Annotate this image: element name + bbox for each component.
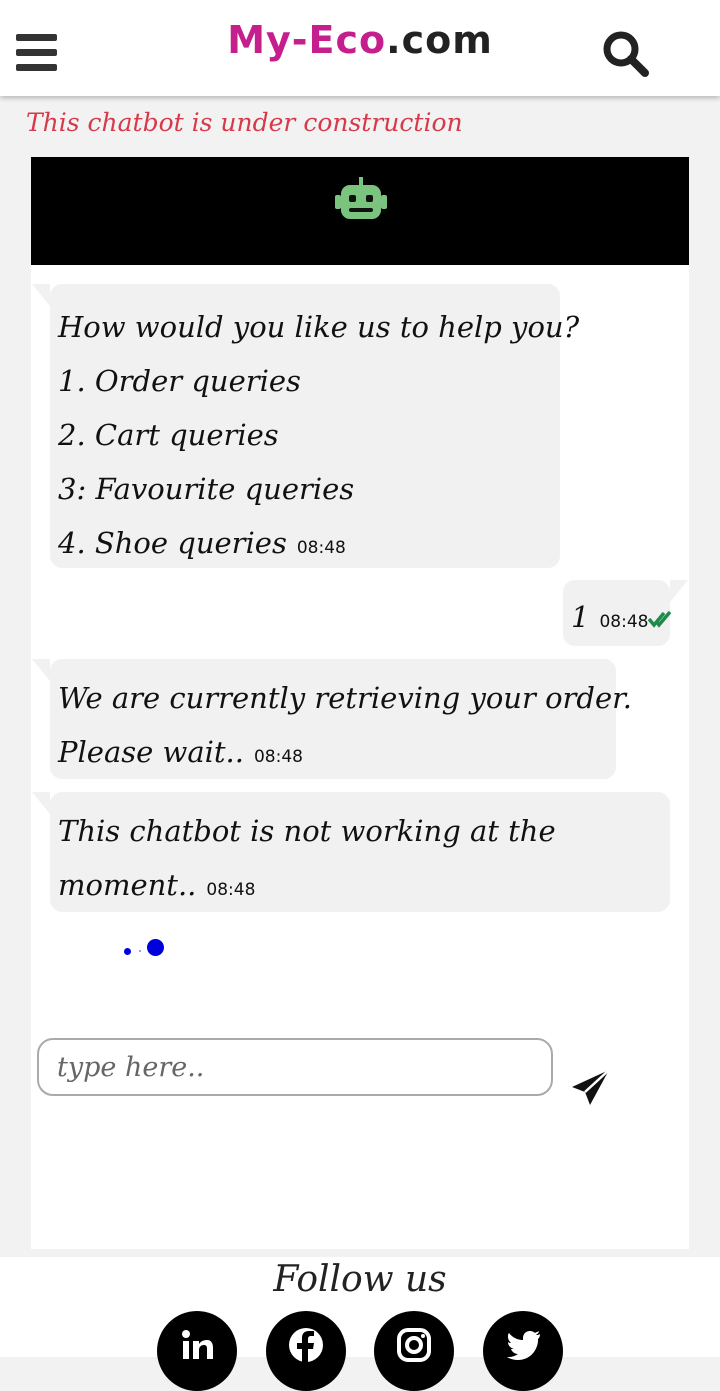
facebook-icon[interactable]	[266, 1311, 346, 1391]
message-line: How would you like us to help you?	[58, 310, 580, 344]
message-line: This chatbot is not working at the	[58, 814, 556, 848]
typing-dot	[139, 950, 141, 952]
user-message: 1 08:48	[563, 580, 688, 649]
send-paper-plane-icon[interactable]	[569, 1067, 613, 1111]
chat-window: How would you like us to help you? 1. Or…	[31, 157, 689, 1249]
message-time: 08:48	[253, 747, 303, 767]
linkedin-icon[interactable]	[157, 1311, 237, 1391]
message-line: We are currently retrieving your order.	[58, 681, 633, 715]
message-time: 08:48	[599, 612, 649, 632]
message-time: 08:48	[296, 538, 346, 558]
message-line: 1. Order queries	[58, 364, 301, 398]
message-input[interactable]	[37, 1038, 553, 1096]
message-line-text: Please wait..	[58, 735, 244, 769]
message-line-text: 1	[571, 600, 590, 634]
message-line: moment.. 08:48	[58, 858, 662, 917]
top-header: My-Eco.com	[0, 0, 720, 96]
robot-icon	[331, 175, 391, 225]
bot-message-retrieving: We are currently retrieving your order. …	[32, 659, 633, 779]
construction-notice: This chatbot is under construction	[26, 108, 463, 137]
typing-indicator	[121, 937, 181, 961]
logo-brand: My-Eco	[227, 18, 387, 62]
message-line: 4. Shoe queries 08:48	[58, 516, 552, 575]
double-check-icon	[648, 592, 672, 628]
message-line: 1 08:48	[571, 590, 672, 649]
bot-message-menu: How would you like us to help you? 1. Or…	[32, 284, 580, 568]
typing-dot	[124, 948, 131, 955]
message-line-text: moment..	[58, 868, 197, 902]
message-line-text: 4. Shoe queries	[58, 526, 287, 560]
message-line: 2. Cart queries	[58, 418, 279, 452]
logo-tld: .com	[386, 18, 493, 62]
message-line: Please wait.. 08:48	[58, 725, 608, 784]
typing-dot	[147, 939, 164, 956]
twitter-icon[interactable]	[483, 1311, 563, 1391]
search-icon[interactable]	[600, 28, 652, 80]
chat-header	[31, 157, 689, 265]
message-line: 3: Favourite queries	[58, 472, 355, 506]
message-time: 08:48	[206, 880, 256, 900]
follow-us-heading: Follow us	[273, 1259, 447, 1300]
footer: Follow us	[0, 1257, 720, 1391]
instagram-icon[interactable]	[374, 1311, 454, 1391]
bot-message-not-working: This chatbot is not working at the momen…	[32, 792, 670, 912]
